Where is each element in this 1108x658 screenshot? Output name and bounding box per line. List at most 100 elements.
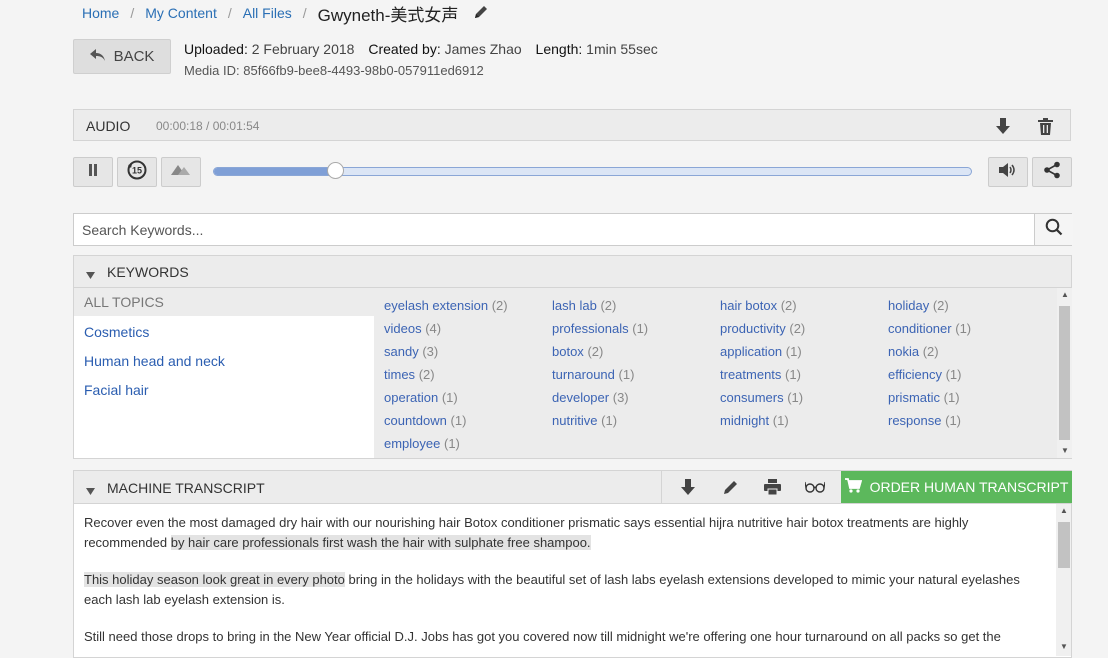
keyword-item[interactable]: turnaround (1) [552,367,634,382]
keyword-item[interactable]: videos (4) [384,321,441,336]
playback-speed-button[interactable] [161,157,201,187]
volume-button[interactable] [988,157,1028,187]
keyword-count: (1) [450,413,467,428]
audio-time: 00:00:18 / 00:01:54 [156,119,260,133]
keyword-count: (1) [943,390,960,405]
keyword-item[interactable]: professionals (1) [552,321,648,336]
audio-progress-handle[interactable] [327,162,345,179]
triangle-down-icon[interactable] [86,483,95,501]
keyword-count: (2) [932,298,949,313]
created-by-label: Created by: [368,41,441,57]
audio-progress-slider[interactable] [213,162,972,179]
keyword-count: (4) [425,321,442,336]
print-icon[interactable] [761,477,783,497]
cart-icon [844,478,862,496]
keyword-count: (2) [780,298,797,313]
keyword-term: botox [552,344,584,359]
keyword-term: professionals [552,321,629,336]
search-input[interactable] [74,214,1050,245]
trash-icon[interactable] [1034,116,1056,136]
keyword-item[interactable]: lash lab (2) [552,298,616,313]
keyword-count: (3) [422,344,439,359]
topic-facial-hair[interactable]: Facial hair [84,382,149,398]
created-by-value: James Zhao [444,41,522,57]
keyword-item[interactable]: prismatic (1) [888,390,960,405]
keyword-item[interactable]: application (1) [720,344,802,359]
keyword-item[interactable]: productivity (2) [720,321,805,336]
keyword-term: developer [552,390,610,405]
keyword-term: videos [384,321,422,336]
keyword-item[interactable]: nokia (2) [888,344,939,359]
keyword-item[interactable]: efficiency (1) [888,367,961,382]
all-topics[interactable]: ALL TOPICS [74,288,374,316]
scroll-down-arrow[interactable]: ▼ [1061,446,1069,455]
glasses-icon[interactable] [803,477,827,497]
keywords-scrollbar[interactable]: ▲ ▼ [1057,288,1072,458]
keyword-item[interactable]: response (1) [888,413,961,428]
order-human-transcript-button[interactable]: ORDER HUMAN TRANSCRIPT [841,471,1072,503]
transcript-body[interactable]: Recover even the most damaged dry hair w… [73,504,1072,658]
share-button[interactable] [1032,157,1072,187]
keyword-term: hair botox [720,298,778,313]
triangle-down-icon [86,267,95,285]
keyword-item[interactable]: countdown (1) [384,413,466,428]
file-title: Gwyneth-美式女声 [317,5,459,25]
keywords-scroll-thumb[interactable] [1059,306,1070,440]
keyword-term: response [888,413,942,428]
uploaded-value: 2 February 2018 [251,41,355,57]
keyword-term: nutritive [552,413,598,428]
keyword-count: (1) [785,344,802,359]
pencil-icon[interactable] [720,477,742,497]
pencil-icon[interactable] [472,3,490,24]
breadcrumb-home[interactable]: Home [82,5,119,21]
transcript-toolbar [661,471,842,503]
keyword-item[interactable]: nutritive (1) [552,413,617,428]
keyword-item[interactable]: times (2) [384,367,435,382]
keyword-item[interactable]: developer (3) [552,390,629,405]
keyword-item[interactable]: eyelash extension (2) [384,298,508,313]
keyword-item[interactable]: midnight (1) [720,413,789,428]
back-button[interactable]: BACK [73,39,171,74]
keyword-item[interactable]: botox (2) [552,344,603,359]
uploaded-label: Uploaded: [184,41,248,57]
download-icon[interactable] [677,477,699,497]
replay-15-button[interactable]: 15 [117,157,157,187]
keyword-count: (2) [922,344,939,359]
keyword-term: nokia [888,344,920,359]
keyword-item[interactable]: hair botox (2) [720,298,797,313]
topic-human-head-and-neck[interactable]: Human head and neck [84,353,225,369]
keywords-title: KEYWORDS [107,264,189,280]
keyword-term: times [384,367,416,382]
keyword-item[interactable]: sandy (3) [384,344,438,359]
keyword-term: conditioner [888,321,952,336]
breadcrumb-separator: / [130,5,135,21]
back-arrow-icon [89,48,106,66]
keywords-panel: ALL TOPICS Cosmetics Human head and neck… [73,288,1072,459]
back-button-label: BACK [113,48,155,65]
keyword-item[interactable]: holiday (2) [888,298,949,313]
transcript-scroll-thumb[interactable] [1058,522,1070,568]
keyword-term: eyelash extension [384,298,489,313]
breadcrumb-my-content[interactable]: My Content [145,5,217,21]
keyword-item[interactable]: consumers (1) [720,390,803,405]
keyword-item[interactable]: conditioner (1) [888,321,971,336]
transcript-sentence: Still need those drops to bring in the N… [84,629,1001,644]
topic-cosmetics[interactable]: Cosmetics [84,324,149,340]
keyword-item[interactable]: treatments (1) [720,367,801,382]
keyword-item[interactable]: operation (1) [384,390,458,405]
breadcrumb-all-files[interactable]: All Files [243,5,292,21]
keywords-header[interactable]: KEYWORDS [73,255,1072,288]
transcript-scrollbar[interactable]: ▲ ▼ [1056,504,1071,656]
search-button[interactable] [1034,214,1073,245]
transcript-highlight: by hair care professionals first wash th… [170,534,591,550]
keyword-item[interactable]: employee (1) [384,436,460,451]
speed-icon [171,163,191,182]
download-icon[interactable] [992,116,1014,136]
keyword-term: efficiency [888,367,942,382]
keyword-term: application [720,344,783,359]
scroll-down-arrow[interactable]: ▼ [1060,642,1068,651]
scroll-up-arrow[interactable]: ▲ [1061,290,1069,299]
scroll-up-arrow[interactable]: ▲ [1060,506,1068,515]
pause-button[interactable] [73,157,113,187]
share-icon [1043,161,1061,184]
